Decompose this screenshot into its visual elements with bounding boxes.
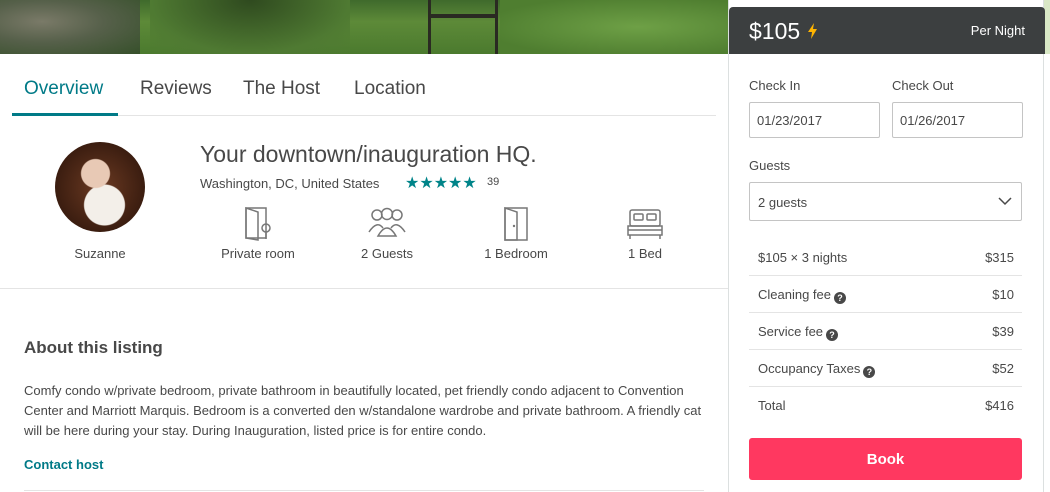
booking-panel: $105 Per Night Check In Check Out Guests… [728,0,1045,492]
chevron-down-icon [998,197,1012,206]
star-rating[interactable]: ★★★★★ [405,173,477,193]
lightning-bolt-icon [808,23,817,39]
check-in-label: Check In [749,78,801,93]
price-row-label: Cleaning fee [758,287,831,302]
listing-title: Your downtown/inauguration HQ. [200,141,537,167]
review-count[interactable]: 39 [487,176,499,188]
amenity-bedrooms: 1 Bedroom [456,206,576,261]
amenity-guests: 2 Guests [327,206,447,261]
listing-location: Washington, DC, United States [200,176,380,191]
check-in-field[interactable] [749,102,880,138]
price-row-label-wrap: Service fee? [758,324,839,341]
about-description: Comfy condo w/private bedroom, private b… [24,383,702,438]
price-row-service-fee: Service fee? $39 [749,313,1022,350]
price-breakdown: $105 × 3 nights $315 Cleaning fee? $10 S… [749,239,1022,424]
section-divider [0,288,728,289]
price-row-value: $52 [992,361,1014,376]
host-avatar[interactable] [55,142,145,232]
price-row-cleaning-fee: Cleaning fee? $10 [749,276,1022,313]
price-row-value: $39 [992,324,1014,339]
check-out-label: Check Out [892,78,954,93]
price-row-occupancy-taxes: Occupancy Taxes? $52 [749,350,1022,387]
amenity-label: Private room [221,246,295,261]
per-night-label: Per Night [970,23,1025,38]
price-row-value: $315 [985,250,1014,265]
bedroom-door-icon [504,206,528,241]
nightly-price: $105 [749,18,801,44]
amenity-label: 1 Bed [628,246,662,261]
book-button[interactable]: Book [749,438,1022,480]
price-row-label: $105 × 3 nights [758,250,848,265]
amenity-room-type: Private room [198,206,318,261]
photo-foliage [150,0,350,54]
about-heading: About this listing [24,338,163,357]
check-out-field[interactable] [892,102,1023,138]
amenity-label: 2 Guests [360,246,414,261]
guests-label: Guests [749,158,791,173]
price-header: $105 Per Night [729,7,1045,54]
guests-icon [368,207,406,237]
tab-reviews[interactable]: Reviews [140,78,212,100]
price-row-total: Total $416 [749,387,1022,424]
host-name[interactable]: Suzanne [55,246,145,261]
price-row-label: Service fee [758,324,824,339]
help-icon[interactable]: ? [826,329,839,341]
price-row-value: $10 [992,287,1014,302]
bed-icon [627,209,663,239]
help-icon[interactable]: ? [834,292,846,304]
active-tab-indicator [12,113,118,116]
photo-tree [0,0,140,54]
price-row-nights: $105 × 3 nights $315 [749,239,1022,276]
listing-tabs: Overview Reviews The Host Location [12,70,716,116]
price-row-value: $416 [985,398,1014,413]
contact-host-link[interactable]: Contact host [24,457,103,472]
amenity-label: 1 Bedroom [484,246,548,261]
photo-grass [500,0,730,54]
photo-bench [428,0,498,54]
section-divider [24,490,704,491]
price-row-label: Total [758,398,786,413]
amenity-beds: 1 Bed [585,206,705,261]
door-key-icon [245,206,271,241]
help-icon[interactable]: ? [863,366,876,378]
price-row-label: Occupancy Taxes [758,361,861,376]
tab-overview[interactable]: Overview [24,78,103,100]
guests-value: 2 guests [758,195,808,210]
price-row-label-wrap: Cleaning fee? [758,287,846,304]
tab-the-host[interactable]: The Host [243,78,320,100]
guests-select[interactable]: 2 guests [749,182,1022,221]
tab-location[interactable]: Location [354,78,426,100]
price-row-label-wrap: Occupancy Taxes? [758,361,876,378]
